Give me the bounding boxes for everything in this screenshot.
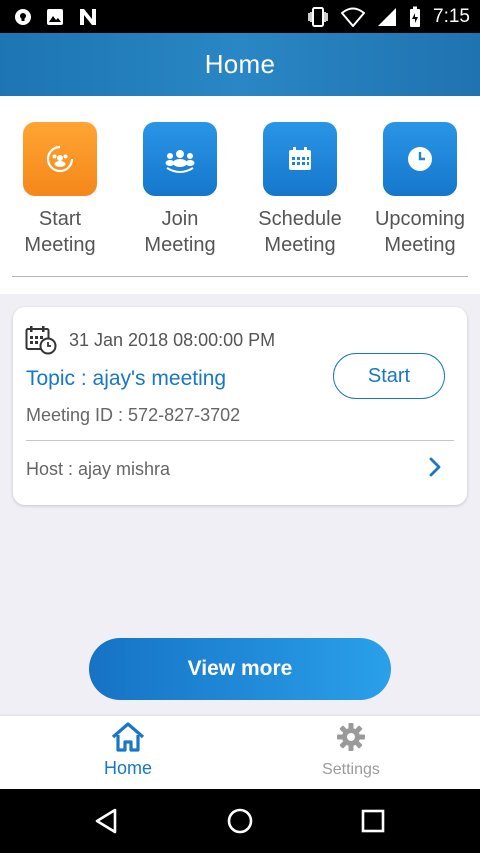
- view-more-button[interactable]: View more: [89, 638, 391, 700]
- upcoming-meeting-label: Upcoming Meeting: [374, 208, 466, 256]
- recents-icon[interactable]: [360, 807, 386, 835]
- signal-icon: [378, 8, 397, 26]
- meeting-date: 31 Jan 2018 08:00:00 PM: [69, 329, 276, 350]
- wifi-icon: [341, 7, 366, 27]
- join-meeting-label: Join Meeting: [144, 208, 216, 256]
- join-meeting-icon: [165, 150, 195, 173]
- schedule-meeting-label: Schedule Meeting: [258, 208, 342, 256]
- quick-actions-panel: Start Meeting Join Meeting Schedule Meet…: [0, 96, 480, 294]
- meeting-host: Host : ajay mishra: [26, 459, 171, 479]
- meeting-id: Meeting ID : 572-827-3702: [26, 405, 241, 425]
- upcoming-meeting-action[interactable]: Upcoming Meeting: [360, 122, 480, 258]
- calendar-clock-icon: [25, 326, 57, 355]
- battery-icon: [410, 6, 421, 27]
- start-meeting-action[interactable]: Start Meeting: [0, 122, 120, 258]
- home-circle-icon[interactable]: [226, 807, 254, 835]
- join-meeting-tile[interactable]: [143, 122, 217, 196]
- calendar-icon: [289, 147, 311, 170]
- card-divider: [26, 440, 454, 441]
- start-meeting-tile[interactable]: [23, 122, 97, 196]
- app-header: Home: [0, 33, 480, 96]
- bottom-tab-bar: Home Settings: [0, 716, 480, 789]
- start-button[interactable]: Start: [333, 353, 445, 399]
- tab-home[interactable]: Home: [68, 722, 188, 779]
- tab-settings-label: Settings: [322, 761, 380, 778]
- status-time: 7:15: [433, 6, 470, 27]
- meeting-topic: Topic : ajay's meeting: [26, 367, 227, 390]
- start-meeting-label: Start Meeting: [24, 208, 96, 256]
- page-title: Home: [204, 49, 276, 79]
- upcoming-meeting-tile[interactable]: [383, 122, 457, 196]
- schedule-meeting-action[interactable]: Schedule Meeting: [240, 122, 360, 258]
- status-bar: 7:15: [0, 0, 480, 33]
- join-meeting-action[interactable]: Join Meeting: [120, 122, 240, 258]
- image-icon: [47, 9, 63, 25]
- divider: [12, 276, 468, 277]
- meeting-card[interactable]: 31 Jan 2018 08:00:00 PM Topic : ajay's m…: [13, 307, 467, 505]
- clock-icon: [408, 147, 432, 171]
- start-meeting-icon: [46, 145, 74, 173]
- tab-settings[interactable]: Settings: [291, 722, 411, 779]
- home-icon: [111, 722, 145, 752]
- chevron-right-icon[interactable]: [425, 456, 445, 478]
- back-icon[interactable]: [93, 807, 121, 835]
- vpn-shield-icon: [15, 9, 31, 25]
- tab-home-label: Home: [103, 758, 152, 778]
- vibrate-icon: [308, 7, 328, 27]
- n-icon: [80, 9, 96, 25]
- system-nav-bar: [0, 789, 480, 853]
- schedule-meeting-tile[interactable]: [263, 122, 337, 196]
- gear-icon: [337, 723, 365, 751]
